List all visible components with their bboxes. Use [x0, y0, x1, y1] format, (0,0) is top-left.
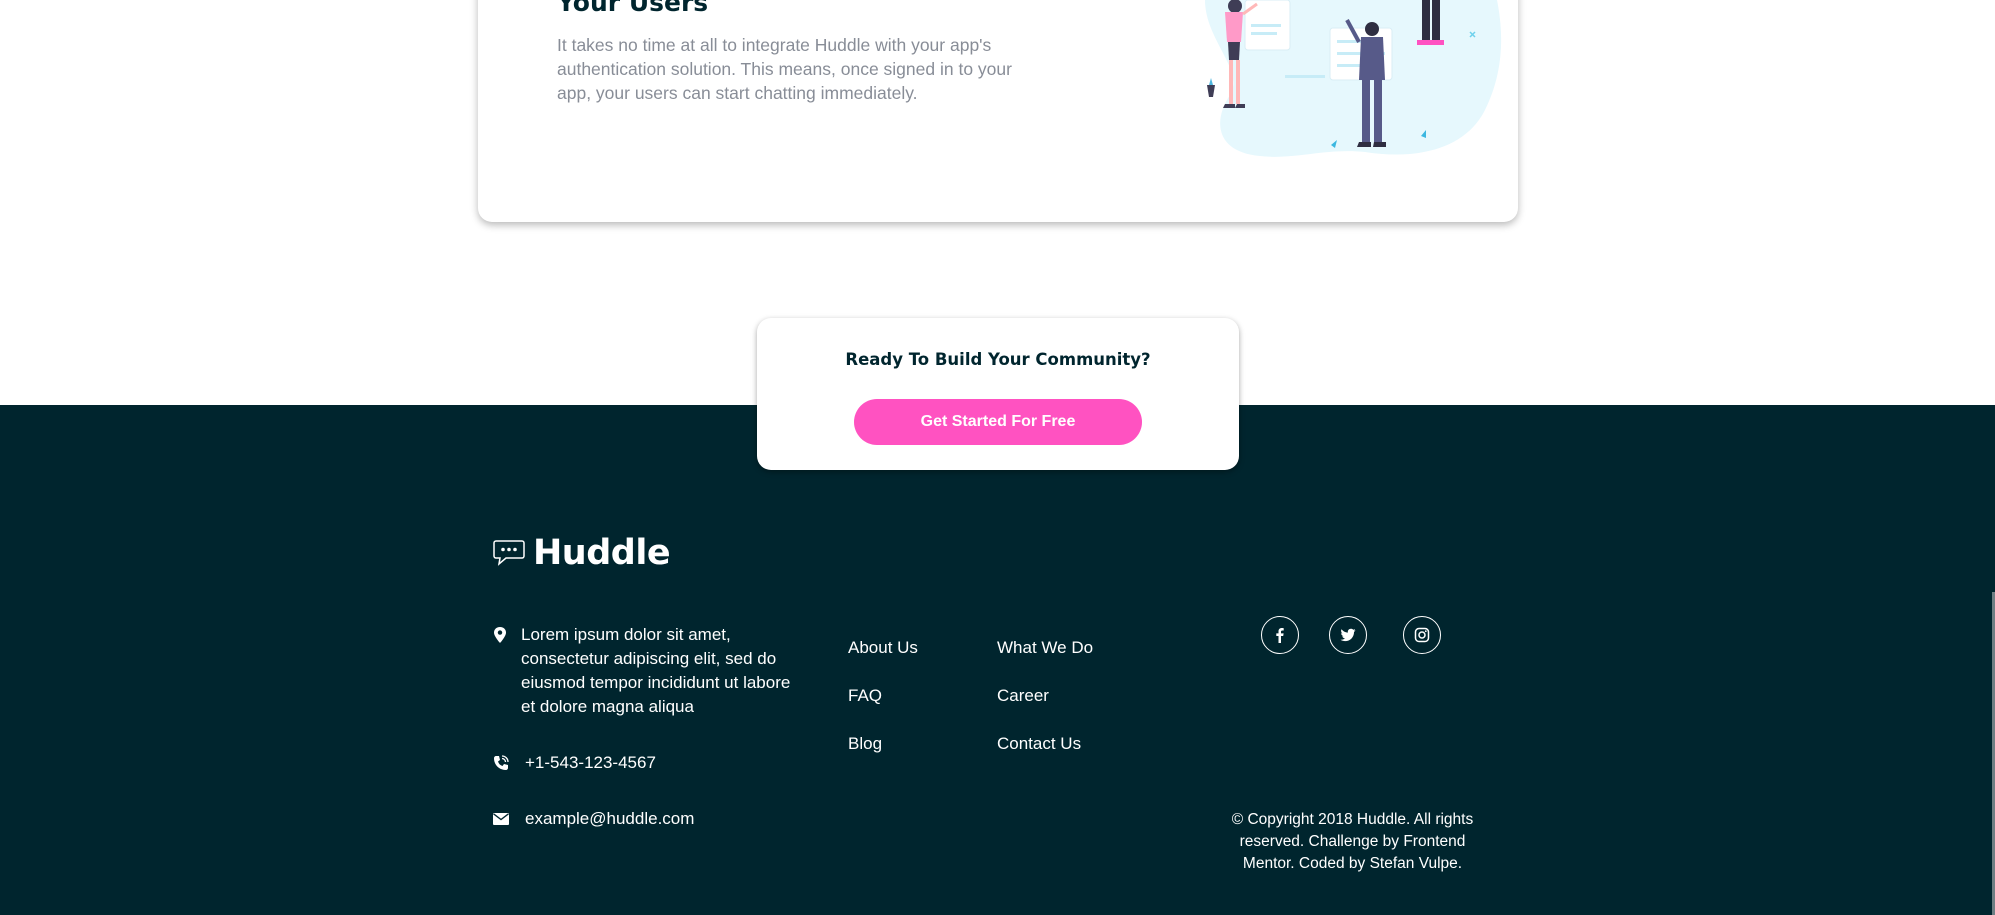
chat-bubble-icon [493, 540, 525, 566]
envelope-icon [493, 813, 509, 825]
twitter-icon [1340, 628, 1356, 642]
logo-text: Huddle [533, 533, 671, 573]
email-address: example@huddle.com [525, 809, 695, 828]
footer: Huddle Lorem ipsum dolor sit amet, conse… [0, 405, 1995, 915]
location-pin-icon [494, 627, 506, 643]
footer-logo[interactable]: Huddle [493, 533, 671, 573]
instagram-icon [1414, 627, 1430, 643]
copyright-text: © Copyright 2018 Huddle. All rights rese… [1231, 811, 1474, 872]
address-row: Lorem ipsum dolor sit amet, consectetur … [493, 623, 793, 719]
email-row: example@huddle.com [493, 807, 694, 831]
get-started-button[interactable]: Get Started For Free [854, 399, 1142, 445]
cta-title: Ready To Build Your Community? [845, 350, 1151, 369]
feature-description: It takes no time at all to integrate Hud… [557, 35, 1012, 103]
footer-link-what-we-do[interactable]: What We Do [997, 636, 1093, 684]
footer-link-contact-us[interactable]: Contact Us [997, 732, 1093, 780]
phone-row: +1-543-123-4567 [493, 751, 656, 775]
footer-link-faq[interactable]: FAQ [848, 684, 918, 732]
phone-number: +1-543-123-4567 [525, 753, 656, 772]
footer-link-blog[interactable]: Blog [848, 732, 918, 780]
feature-title: Your Users [557, 0, 709, 17]
address-text: Lorem ipsum dolor sit amet, consectetur … [521, 625, 791, 716]
page: Your Users It takes no time at all to in… [0, 0, 1995, 915]
facebook-icon [1276, 628, 1284, 643]
twitter-button[interactable] [1329, 616, 1367, 654]
facebook-button[interactable] [1261, 616, 1299, 654]
cta-card: Ready To Build Your Community? Get Start… [757, 318, 1239, 470]
instagram-button[interactable] [1403, 616, 1441, 654]
phone-icon [494, 755, 509, 770]
users-chatting-illustration [1205, 0, 1502, 157]
footer-links-column-2: What We Do Career Contact Us [997, 636, 1093, 780]
footer-link-about-us[interactable]: About Us [848, 636, 918, 684]
footer-link-career[interactable]: Career [997, 684, 1093, 732]
footer-links-column-1: About Us FAQ Blog [848, 636, 918, 780]
